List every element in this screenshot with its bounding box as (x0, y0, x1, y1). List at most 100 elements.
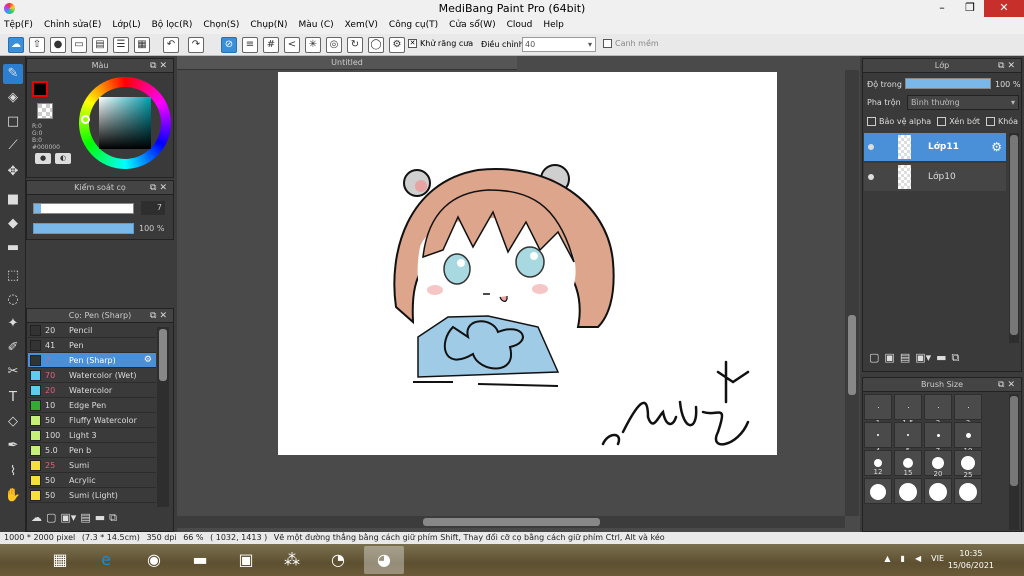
brush-opacity-slider[interactable] (33, 223, 134, 234)
brush-list-item[interactable]: 41 Pen (28, 338, 156, 353)
brush-size-preset[interactable] (924, 478, 952, 504)
layer-opacity-slider[interactable] (905, 78, 991, 89)
selection-pen-tool-icon[interactable]: ✐ (3, 338, 23, 358)
brush-size-preset[interactable]: 3 (954, 394, 982, 427)
canvas-horizontal-scroll-thumb[interactable] (423, 518, 600, 526)
vanishing-icon[interactable]: < (284, 37, 300, 53)
text-tool-icon[interactable]: T (3, 388, 23, 408)
brush-size-preset[interactable]: 12 (864, 450, 892, 476)
layer-settings-gear-icon[interactable]: ⚙ (991, 133, 1002, 161)
menu-help[interactable]: Help (543, 17, 564, 34)
new-halftone-layer-icon[interactable]: ▤ (900, 351, 910, 365)
brush-size-preset[interactable]: 7 (924, 422, 952, 455)
new-brush-icon[interactable]: ▢ (46, 511, 56, 525)
canvas-area[interactable]: Untitled (177, 56, 860, 532)
office-taskbar-icon[interactable]: ▣ (226, 546, 266, 574)
dropper-tool-icon[interactable]: ⌇ (3, 462, 23, 482)
layer-row[interactable]: Lớp11 ⚙ (864, 133, 1006, 161)
brush-settings-gear-icon[interactable]: ⚙ (144, 353, 152, 368)
background-color-swatch[interactable] (37, 103, 53, 119)
duplicate-layer-icon[interactable]: ⧉ (952, 351, 960, 365)
cloud-icon[interactable]: ☁ (8, 37, 24, 53)
menu-select[interactable]: Chọn(S) (203, 17, 239, 34)
note-icon[interactable]: ▭ (71, 37, 87, 53)
visibility-eye-icon[interactable] (868, 174, 874, 180)
apps-taskbar-icon[interactable]: ⁂ (272, 546, 312, 574)
visibility-eye-icon[interactable] (868, 144, 874, 150)
canvas-horizontal-scrollbar[interactable] (177, 516, 845, 528)
brush-list-item[interactable]: 5.0 Pen b (28, 443, 156, 458)
show-hidden-icons-icon[interactable]: ▲ (884, 554, 890, 563)
parallel-snap-icon[interactable]: ≡ (242, 37, 258, 53)
undo-icon[interactable]: ↶ (163, 37, 179, 53)
marquee-tool-icon[interactable]: ⬚ (3, 266, 23, 286)
circle-icon[interactable]: ↻ (347, 37, 363, 53)
canvas-vertical-scroll-thumb[interactable] (848, 315, 856, 395)
soft-edge-toggle[interactable]: Canh mềm (603, 39, 659, 48)
panel-float-close-icon[interactable]: ⧉✕ (150, 181, 170, 195)
settings-icon[interactable]: ⚙ (389, 37, 405, 53)
concentric-icon[interactable]: ◯ (368, 37, 384, 53)
brush-size-preset[interactable] (894, 478, 922, 504)
menu-view[interactable]: Xem(V) (345, 17, 378, 34)
soft-edge-checkbox[interactable] (603, 39, 612, 48)
add-layer-menu-icon[interactable]: ▣▾ (915, 351, 931, 365)
camtasia-taskbar-icon[interactable]: ◔ (318, 546, 358, 574)
fill-rect-tool-icon[interactable]: ■ (3, 190, 23, 210)
color-palette-button[interactable]: ● (35, 153, 51, 164)
eraser-tool-icon[interactable]: ◈ (3, 88, 23, 108)
panel-float-close-icon[interactable]: ⧉✕ (150, 309, 170, 323)
clipping-option[interactable]: Xén bớt (937, 117, 980, 126)
brush-size-preset[interactable]: 4 (864, 422, 892, 455)
lasso-tool-icon[interactable]: ◌ (3, 290, 23, 310)
brush-size-preset[interactable] (864, 478, 892, 504)
page-icon[interactable]: ▤ (92, 37, 108, 53)
brush-size-scrollbar[interactable] (1009, 394, 1019, 530)
minimize-button[interactable]: – (928, 0, 956, 17)
menu-file[interactable]: Tệp(F) (4, 17, 33, 34)
layer-row[interactable]: Lớp10 (864, 163, 1006, 191)
color-history-button[interactable]: ◐ (55, 153, 71, 164)
brush-list-item[interactable]: 20 Pencil (28, 323, 156, 338)
chrome-taskbar-icon[interactable]: ◉ (134, 546, 174, 574)
brush-list-item[interactable]: 50 Fluffy Watercolor (28, 413, 156, 428)
brush-list-item[interactable]: 20 Watercolor (28, 383, 156, 398)
adjust-select[interactable]: 40 (522, 37, 596, 52)
selection-eraser-tool-icon[interactable]: ✂ (3, 362, 23, 382)
menu-snap[interactable]: Chụp(N) (250, 17, 287, 34)
redo-icon[interactable]: ↷ (188, 37, 204, 53)
input-language[interactable]: VIE (931, 554, 944, 563)
brush-size-preset[interactable]: 1 (864, 394, 892, 427)
saturation-value-square[interactable] (99, 97, 151, 149)
bluestacks-taskbar-icon[interactable]: ▦ (40, 546, 80, 574)
brush-size-preset[interactable]: 20 (924, 450, 952, 478)
speech-icon[interactable]: ● (50, 37, 66, 53)
ruler-tool-icon[interactable]: ⟋ (3, 136, 23, 156)
volume-icon[interactable]: ◀ (915, 554, 921, 563)
brush-list-item[interactable]: 10 Edge Pen (28, 398, 156, 413)
menu-filter[interactable]: Bộ lọc(R) (152, 17, 193, 34)
brush-list-item[interactable]: 50 Sumi (Light) (28, 488, 156, 503)
list-icon[interactable]: ☰ (113, 37, 129, 53)
menu-color[interactable]: Màu (C) (299, 17, 334, 34)
brush-size-preset[interactable]: 15 (894, 450, 922, 477)
shape-tool-icon[interactable]: ◇ (3, 412, 23, 432)
brush-size-preset[interactable]: 25 (954, 450, 982, 479)
brush-list-scroll-thumb[interactable] (159, 329, 167, 381)
eyedropper-tool-icon[interactable]: ✒ (3, 436, 23, 456)
panel-float-close-icon[interactable]: ⧉✕ (998, 378, 1018, 392)
lock-checkbox[interactable] (985, 117, 995, 126)
maximize-button[interactable]: ❐ (956, 0, 984, 17)
select-rect-tool-icon[interactable]: □ (3, 112, 23, 132)
new-color-layer-icon[interactable]: ▣ (884, 351, 894, 365)
hand-tool-icon[interactable]: ✋ (3, 486, 23, 506)
internet-explorer-taskbar-icon[interactable]: e (86, 546, 126, 574)
menu-layer[interactable]: Lớp(L) (112, 17, 140, 34)
brush-duplicate-icon[interactable]: ⧉ (109, 511, 117, 525)
antialias-checkbox[interactable]: ✕ (408, 39, 417, 48)
panel-float-close-icon[interactable]: ⧉✕ (150, 59, 170, 73)
layer-folder-icon[interactable]: ▬ (936, 351, 946, 365)
antialias-toggle[interactable]: ✕ Khử răng cưa (408, 39, 473, 48)
blend-mode-select[interactable]: Bình thường ▾ (907, 95, 1019, 110)
bucket-tool-icon[interactable]: ◆ (3, 214, 23, 234)
